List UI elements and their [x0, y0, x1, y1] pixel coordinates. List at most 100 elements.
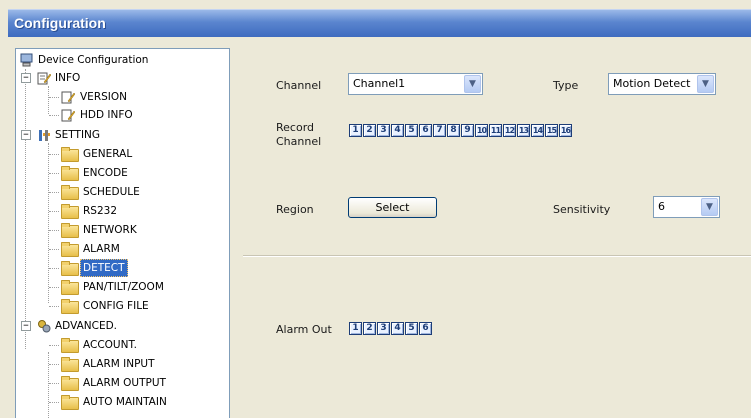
channel-select-value: Channel1	[353, 77, 406, 90]
tree-item-alarm-input[interactable]: ALARM INPUT	[61, 355, 221, 373]
alarm-out-checkbox-3[interactable]: 3	[377, 322, 390, 335]
tree-item-general-label: GENERAL	[83, 148, 133, 160]
tree-item-auto-maintain-label: AUTO MAINTAIN	[83, 396, 167, 408]
detect-settings-panel: Channel Channel1 ▼ Type Motion Detect ▼ …	[235, 37, 751, 418]
record-channel-checkbox-3[interactable]: 3	[377, 124, 390, 137]
chevron-down-icon[interactable]: ▼	[701, 198, 718, 216]
region-label: Region	[276, 203, 314, 216]
folder-icon	[61, 242, 79, 257]
alarm-out-checkbox-2[interactable]: 2	[363, 322, 376, 335]
select-region-button[interactable]: Select	[348, 197, 437, 218]
tree-line	[49, 249, 59, 250]
tree-item-alarm[interactable]: ALARM	[61, 240, 221, 258]
tree-item-info-label: INFO	[55, 72, 81, 84]
tree-item-setting[interactable]: − SETTING	[20, 126, 220, 144]
window-titlebar: Configuration	[8, 9, 751, 37]
tree-line	[49, 383, 59, 384]
record-channel-checkbox-15[interactable]: 15	[545, 124, 558, 137]
sensitivity-select[interactable]: 6 ▼	[653, 196, 720, 218]
alarm-out-checkbox-5[interactable]: 5	[405, 322, 418, 335]
collapse-icon[interactable]: −	[21, 130, 31, 140]
tree-item-config-file[interactable]: CONFIG FILE	[61, 297, 221, 315]
record-channel-label-line2: Channel	[276, 135, 322, 148]
tree-item-detect-label: DETECT	[80, 259, 128, 277]
tree-line	[49, 230, 59, 231]
alarm-out-checkbox-1[interactable]: 1	[349, 322, 362, 335]
tree-item-encode[interactable]: ENCODE	[61, 164, 221, 182]
record-channel-checkbox-12[interactable]: 12	[503, 124, 516, 137]
notepad-icon	[61, 91, 75, 104]
record-channel-checkbox-5[interactable]: 5	[405, 124, 418, 137]
type-label: Type	[553, 79, 579, 92]
tree-item-schedule-label: SCHEDULE	[83, 186, 140, 198]
tree-line	[49, 97, 59, 98]
window-title: Configuration	[14, 15, 106, 31]
computer-icon	[20, 53, 33, 67]
tree-item-rs232[interactable]: RS232	[61, 202, 221, 220]
tree-item-schedule[interactable]: SCHEDULE	[61, 183, 221, 201]
record-channel-checkbox-6[interactable]: 6	[419, 124, 432, 137]
record-channel-checkbox-4[interactable]: 4	[391, 124, 404, 137]
gears-icon	[38, 320, 51, 333]
notepad-icon	[37, 72, 51, 85]
alarm-out-checkbox-6[interactable]: 6	[419, 322, 432, 335]
tree-item-encode-label: ENCODE	[83, 167, 128, 179]
tree-line	[49, 345, 59, 346]
tree-line	[49, 287, 59, 288]
folder-icon	[61, 338, 79, 353]
record-channel-checkbox-16[interactable]: 16	[559, 124, 572, 137]
record-channel-checkbox-14[interactable]: 14	[531, 124, 544, 137]
tree-line	[25, 69, 26, 349]
tree-root[interactable]: Device Configuration	[20, 51, 220, 69]
record-channel-checkbox-9[interactable]: 9	[461, 124, 474, 137]
record-channel-checkbox-1[interactable]: 1	[349, 124, 362, 137]
record-channel-checkbox-11[interactable]: 11	[489, 124, 502, 137]
tree-line	[49, 306, 59, 307]
collapse-icon[interactable]: −	[21, 73, 31, 83]
tree-item-account-label: ACCOUNT.	[83, 339, 137, 351]
tree-item-detect[interactable]: DETECT	[61, 259, 221, 277]
tree-item-hdd-info[interactable]: HDD INFO	[61, 106, 221, 124]
channel-label: Channel	[276, 79, 322, 92]
notepad-icon	[61, 109, 75, 122]
sensitivity-select-value: 6	[658, 200, 665, 213]
alarm-out-checkbox-4[interactable]: 4	[391, 322, 404, 335]
tree-line	[49, 154, 59, 155]
tree-item-hdd-info-label: HDD INFO	[80, 109, 133, 121]
tree-item-config-file-label: CONFIG FILE	[83, 300, 149, 312]
tree-item-version[interactable]: VERSION	[61, 88, 221, 106]
record-channel-checkbox-8[interactable]: 8	[447, 124, 460, 137]
tree-line	[49, 173, 59, 174]
tree-root-label: Device Configuration	[38, 54, 149, 66]
sensitivity-label: Sensitivity	[553, 203, 611, 216]
chevron-down-icon[interactable]: ▼	[697, 75, 714, 93]
alarm-out-label: Alarm Out	[276, 323, 332, 336]
tree-item-auto-maintain[interactable]: AUTO MAINTAIN	[61, 393, 221, 411]
tree-item-info[interactable]: − INFO	[20, 69, 220, 87]
tree-item-advanced-label: ADVANCED.	[55, 320, 118, 332]
tree-item-alarm-output-label: ALARM OUTPUT	[83, 377, 166, 389]
tree-item-alarm-output[interactable]: ALARM OUTPUT	[61, 374, 221, 392]
record-channel-checkbox-10[interactable]: 10	[475, 124, 488, 137]
tree-item-setting-label: SETTING	[55, 129, 101, 141]
alarm-out-checkboxes: 123456	[349, 322, 432, 335]
record-channel-checkbox-2[interactable]: 2	[363, 124, 376, 137]
tree-line	[49, 115, 59, 116]
record-channel-checkbox-13[interactable]: 13	[517, 124, 530, 137]
section-divider	[243, 255, 751, 257]
chevron-down-icon[interactable]: ▼	[464, 75, 481, 93]
record-channel-label-line1: Record	[276, 121, 315, 134]
type-select-value: Motion Detect	[613, 77, 691, 90]
config-tree[interactable]: Device Configuration − INFO VERSION HDD …	[15, 48, 230, 418]
tree-item-pan-tilt-zoom[interactable]: PAN/TILT/ZOOM	[61, 278, 221, 296]
channel-select[interactable]: Channel1 ▼	[348, 73, 483, 95]
tree-item-advanced[interactable]: − ADVANCED.	[20, 317, 220, 335]
collapse-icon[interactable]: −	[21, 321, 31, 331]
tree-item-network[interactable]: NETWORK	[61, 221, 221, 239]
type-select[interactable]: Motion Detect ▼	[608, 73, 716, 95]
record-channel-checkbox-7[interactable]: 7	[433, 124, 446, 137]
tree-item-account[interactable]: ACCOUNT.	[61, 336, 221, 354]
tree-item-general[interactable]: GENERAL	[61, 145, 221, 163]
tree-line	[49, 268, 59, 269]
folder-icon	[61, 223, 79, 238]
